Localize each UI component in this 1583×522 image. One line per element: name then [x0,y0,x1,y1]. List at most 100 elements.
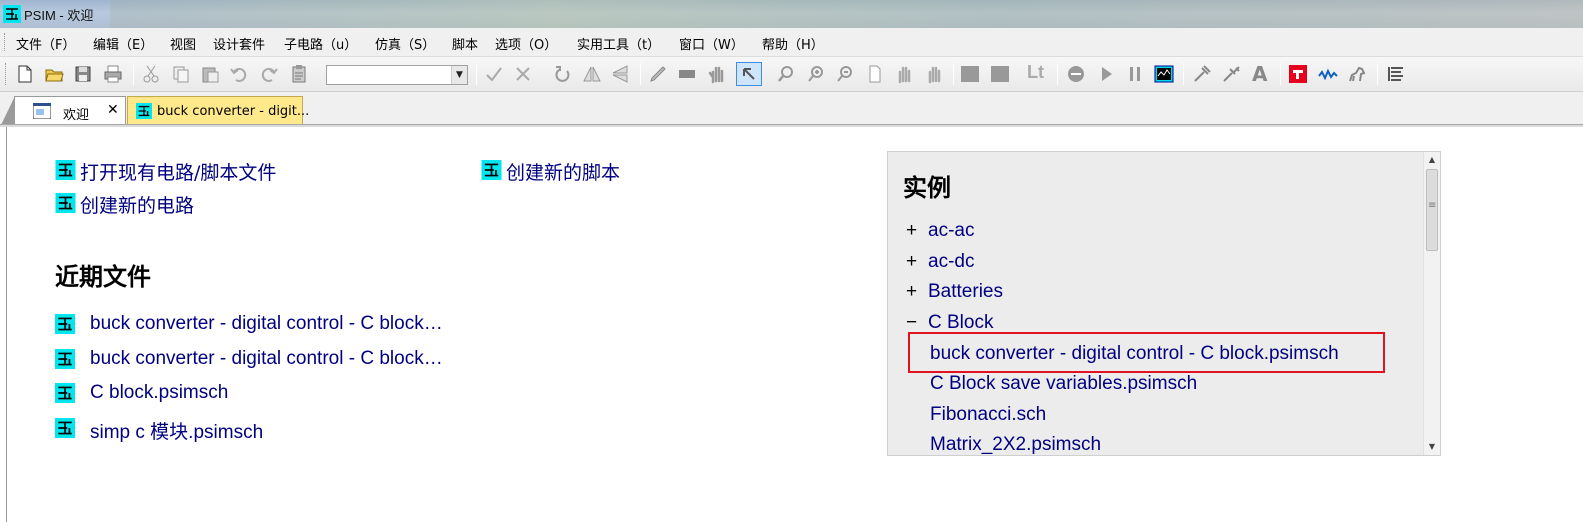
check-icon[interactable] [484,64,504,84]
menu-simulate[interactable]: 仿真（S） [375,34,435,53]
toolbar: ▼ Lt A [0,57,1583,92]
menu-utilities[interactable]: 实用工具（t） [577,34,660,53]
tab-welcome[interactable]: 欢迎 ✕ [1,96,126,125]
lt-button[interactable]: Lt [1027,62,1053,82]
cut-icon[interactable] [141,64,161,84]
example-folder-label: ac-ac [928,220,975,241]
redo-icon[interactable] [259,64,279,84]
examples-panel: 实例 + ac-ac + ac-dc + Batteries − C Block buc… [887,151,1441,456]
example-file[interactable]: Matrix_2X2.psimsch [930,434,1101,455]
hand-fit-icon[interactable] [924,64,944,84]
expand-icon[interactable]: + [906,220,928,242]
x-mark-icon[interactable] [513,64,533,84]
create-circuit-link[interactable]: 创建新的电路 [55,191,194,218]
multi-probe-icon[interactable] [1222,64,1242,84]
tab-strip: 欢迎 ✕ buck converter - digit... [0,92,1583,127]
element-list-icon[interactable] [960,64,980,84]
menu-list-icon[interactable] [1386,64,1406,84]
tab-buck-converter[interactable]: buck converter - digit... [127,96,309,124]
menu-script[interactable]: 脚本 [452,34,478,53]
example-file[interactable]: buck converter - digital control - C blo… [930,343,1339,365]
toolbar-separator [1280,63,1281,85]
scrollbar-thumb[interactable] [1426,169,1438,251]
page-icon[interactable] [865,64,885,84]
tab-welcome-label: 欢迎 [63,108,90,123]
menu-options[interactable]: 选项（O） [495,34,557,53]
pan-hand-icon[interactable] [707,64,727,84]
menu-grip[interactable] [4,33,7,51]
menu-file[interactable]: 文件（F） [16,34,75,53]
select-arrow-icon[interactable] [736,62,762,86]
open-existing-link[interactable]: 打开现有电路/脚本文件 [55,158,276,185]
psim-script-icon [481,160,502,185]
zoom-in-icon[interactable] [806,64,826,84]
red-module-icon[interactable] [1288,64,1308,84]
recent-file-name: buck converter - digital control - C blo… [90,313,443,334]
undo-icon[interactable] [229,64,249,84]
toolbar-separator [1377,63,1378,85]
title-bar-background [110,0,1583,28]
menu-bar: 文件（F） 编辑（E） 视图 设计套件 子电路（u） 仿真（S） 脚本 选项（O… [0,28,1583,57]
flip-vertical-icon[interactable] [610,64,630,84]
horse-icon[interactable] [1347,64,1367,84]
run-icon[interactable] [1096,64,1116,84]
text-tool-icon[interactable]: A [1252,62,1272,86]
pause-icon[interactable] [1125,64,1145,84]
menu-help[interactable]: 帮助（H） [762,34,824,53]
paste-icon[interactable] [200,64,220,84]
menu-design-suites[interactable]: 设计套件 [213,34,265,53]
psim-schematic-icon [55,160,76,185]
rotate-icon[interactable] [553,64,573,84]
probe-icon[interactable] [1192,64,1212,84]
title-bar: PSIM - 欢迎 [0,0,1583,28]
menu-subcircuit[interactable]: 子电路（u） [284,34,357,53]
example-folder-ac-dc[interactable]: + ac-dc [906,251,974,273]
recent-files-heading: 近期文件 [55,263,151,291]
wire-pencil-icon[interactable] [648,64,668,84]
example-folder-batteries[interactable]: + Batteries [906,281,1003,303]
menu-window[interactable]: 窗口（W） [679,34,744,53]
simview-icon[interactable] [1154,64,1174,84]
example-file[interactable]: C Block save variables.psimsch [930,373,1197,395]
example-folder-c-block[interactable]: − C Block [906,312,993,334]
flip-horizontal-icon[interactable] [582,64,602,84]
toolbar-separator [953,63,954,85]
examples-scrollbar[interactable]: ▲ ▼ [1423,152,1440,455]
waveform-icon[interactable] [1318,64,1338,84]
clipboard-icon[interactable] [289,64,309,84]
psim-schematic-icon [55,314,75,340]
toolbar-separator [640,63,641,85]
chevron-down-icon[interactable]: ▼ [451,66,467,84]
psim-schematic-icon [55,418,75,444]
stop-icon[interactable] [1066,64,1086,84]
expand-icon[interactable]: + [906,281,928,303]
save-icon[interactable] [73,64,93,84]
scroll-up-icon[interactable]: ▲ [1424,152,1440,168]
new-file-icon[interactable] [15,64,35,84]
print-icon[interactable] [103,64,123,84]
example-file[interactable]: Fibonacci.sch [930,404,1046,426]
zoom-out-icon[interactable] [835,64,855,84]
psim-schematic-icon [55,193,76,218]
recent-file-name: simp c 模块.psimsch [90,422,264,443]
psim-app-icon[interactable] [3,5,21,27]
expand-icon[interactable]: + [906,251,928,273]
toolbar-grip[interactable] [5,63,8,85]
toolbar-separator [1183,63,1184,85]
collapse-icon[interactable]: − [906,312,928,334]
copy-icon[interactable] [171,64,191,84]
create-script-link[interactable]: 创建新的脚本 [481,158,620,185]
zoom-icon[interactable] [776,64,796,84]
netlist-icon[interactable] [990,64,1010,84]
menu-edit[interactable]: 编辑（E） [93,34,153,53]
examples-heading: 实例 [903,174,951,202]
label-icon[interactable] [677,64,697,84]
scroll-down-icon[interactable]: ▼ [1424,439,1440,455]
close-icon[interactable]: ✕ [107,102,119,118]
recent-file-name: C block.psimsch [90,382,229,403]
hand-zoom-icon[interactable] [894,64,914,84]
open-folder-icon[interactable] [44,64,64,84]
zoom-select[interactable]: ▼ [326,65,468,85]
menu-view[interactable]: 视图 [170,34,196,53]
example-folder-ac-ac[interactable]: + ac-ac [906,220,974,242]
